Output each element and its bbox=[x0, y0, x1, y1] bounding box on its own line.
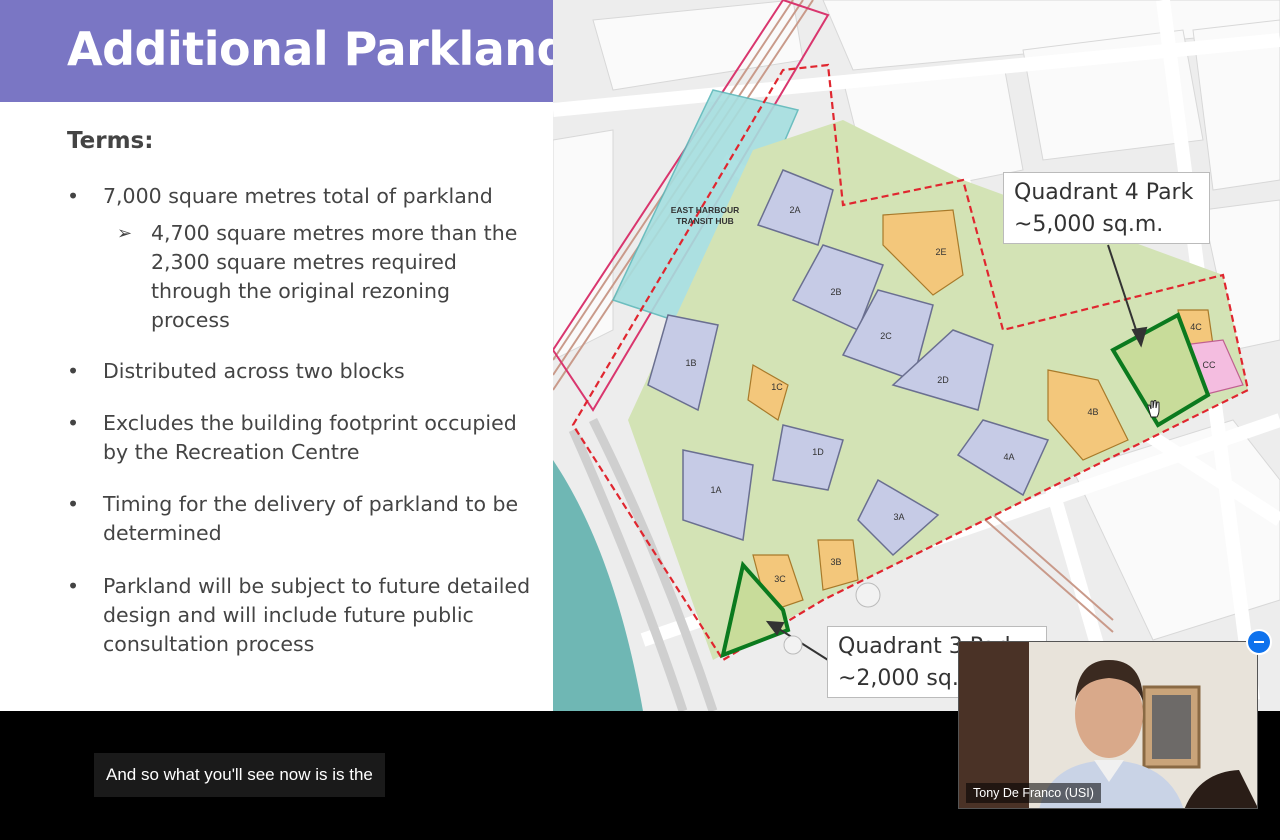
block-label-2c: 2C bbox=[880, 331, 892, 341]
bullet-dot: • bbox=[67, 359, 80, 383]
block-label-4b: 4B bbox=[1087, 407, 1098, 417]
bullet-text: Parkland will be subject to future detai… bbox=[103, 574, 531, 656]
hub-label-line2: TRANSIT HUB bbox=[676, 216, 734, 226]
closed-caption: And so what you'll see now is is the bbox=[94, 753, 385, 797]
bullet-text: Excludes the building footprint occupied… bbox=[103, 411, 517, 464]
block-label-3c: 3C bbox=[774, 574, 786, 584]
bullet-dot: • bbox=[67, 184, 80, 208]
block-label-2e: 2E bbox=[935, 247, 946, 257]
block-label-2d: 2D bbox=[937, 375, 949, 385]
block-label-cc: CC bbox=[1203, 360, 1216, 370]
arrow-bullet-icon: ➢ bbox=[117, 223, 133, 244]
block-label-2b: 2B bbox=[830, 287, 841, 297]
bullet-text: Distributed across two blocks bbox=[103, 359, 405, 383]
block-label-1b: 1B bbox=[685, 358, 696, 368]
hub-label-line1: EAST HARBOUR bbox=[671, 205, 739, 215]
callout-q4-title: Quadrant 4 Park bbox=[1014, 180, 1194, 205]
block-label-3a: 3A bbox=[893, 512, 904, 522]
sub-bullet-text: 4,700 square metres more than the 2,300 … bbox=[151, 221, 518, 332]
block-label-1d: 1D bbox=[812, 447, 824, 457]
bullet-dot: • bbox=[67, 411, 80, 435]
block-label-2a: 2A bbox=[789, 205, 800, 215]
callout-q4-area: ~5,000 sq.m. bbox=[1014, 212, 1164, 237]
block-label-1a: 1A bbox=[710, 485, 721, 495]
block-label-4c: 4C bbox=[1190, 322, 1202, 332]
block-label-4a: 4A bbox=[1003, 452, 1014, 462]
slide-title: Additional Parkland bbox=[67, 22, 569, 76]
quadrant-4-park-callout: Quadrant 4 Park ~5,000 sq.m. bbox=[1003, 172, 1210, 244]
hand-cursor-icon bbox=[1147, 400, 1160, 418]
bullet-dot: • bbox=[67, 492, 80, 516]
block-label-1c: 1C bbox=[771, 382, 783, 392]
participant-name-label: Tony De Franco (USI) bbox=[966, 783, 1101, 803]
site-plan-drawing: EAST HARBOUR TRANSIT HUB 2A 2B 2C 2D 2E … bbox=[551, 0, 1280, 711]
minus-icon[interactable] bbox=[1246, 629, 1272, 655]
bullet-text: 7,000 square metres total of parkland bbox=[103, 184, 493, 208]
block-label-3b: 3B bbox=[830, 557, 841, 567]
bullet-dot: • bbox=[67, 574, 80, 598]
presentation-slide: Additional Parkland Terms: • 7,000 squar… bbox=[0, 0, 1280, 711]
title-bar: Additional Parkland bbox=[0, 0, 569, 102]
site-plan-map: EAST HARBOUR TRANSIT HUB 2A 2B 2C 2D 2E … bbox=[551, 0, 1280, 711]
terms-heading: Terms: bbox=[67, 128, 154, 154]
bullet-text: Timing for the delivery of parkland to b… bbox=[103, 492, 519, 545]
participant-video-tile[interactable]: Tony De Franco (USI) bbox=[958, 641, 1258, 809]
